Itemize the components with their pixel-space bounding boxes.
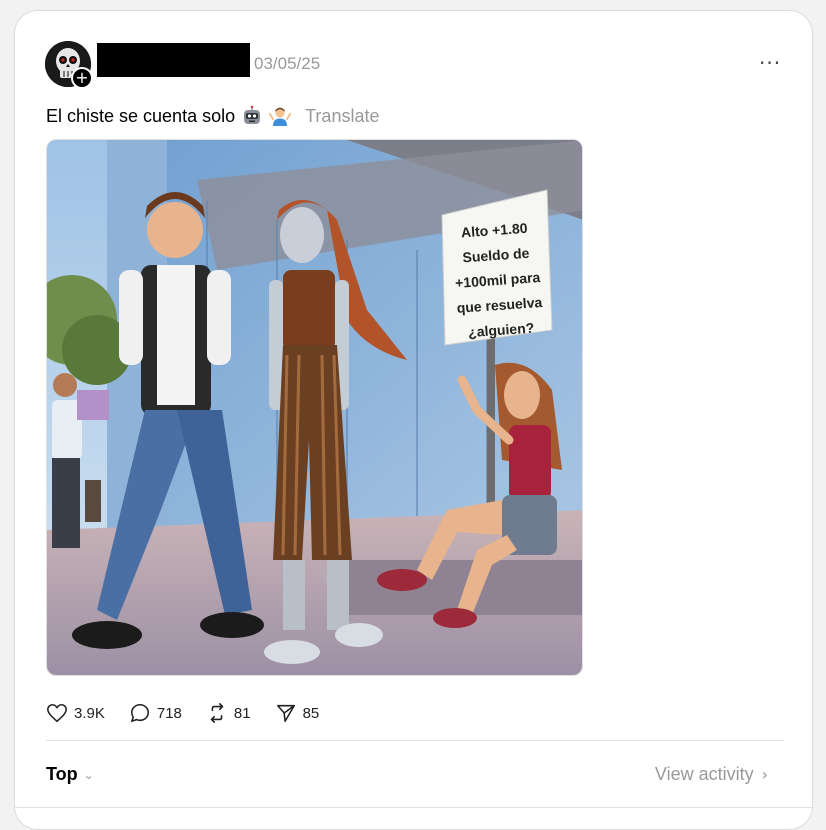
post-caption: El chiste se cuenta solo Translate <box>46 105 379 127</box>
redacted-username <box>97 43 250 77</box>
chevron-down-icon: ⌄ <box>83 767 94 782</box>
sort-label: Top <box>46 764 78 784</box>
post-card: + 03/05/25 ··· El chiste se cuenta solo … <box>14 10 814 830</box>
more-options-button[interactable]: ··· <box>759 51 781 75</box>
reply-button[interactable]: 718 <box>129 702 182 724</box>
like-count: 3.9K <box>74 704 105 722</box>
action-bar: 3.9K 718 81 85 <box>46 701 343 725</box>
divider <box>46 740 784 741</box>
repost-icon <box>210 703 224 723</box>
sort-dropdown[interactable]: Top ⌄ <box>46 764 94 785</box>
translate-link[interactable]: Translate <box>305 106 379 127</box>
person-shrugging-emoji-icon <box>269 107 292 126</box>
post-date: 03/05/25 <box>254 54 321 73</box>
send-icon <box>276 704 295 723</box>
repost-button[interactable]: 81 <box>206 702 251 724</box>
repost-count: 81 <box>233 704 251 722</box>
share-count: 85 <box>302 704 320 722</box>
like-button[interactable]: 3.9K <box>46 702 105 724</box>
post-image[interactable]: Alto +1.80 Sueldo de +100mil para que re… <box>46 139 583 676</box>
heart-icon <box>47 703 67 723</box>
chevron-right-icon: › <box>761 765 768 784</box>
robot-emoji-icon <box>244 105 261 124</box>
comment-icon <box>130 703 149 723</box>
view-activity-label: View activity <box>654 764 754 784</box>
caption-text: El chiste se cuenta solo <box>46 105 236 126</box>
illustration-robot-couple: Alto +1.80 Sueldo de +100mil para que re… <box>47 140 582 675</box>
bottom-divider <box>15 807 814 808</box>
reply-count: 718 <box>156 704 182 722</box>
view-activity-link[interactable]: View activity › <box>655 764 768 785</box>
follow-button[interactable]: + <box>71 67 93 89</box>
share-button[interactable]: 85 <box>275 702 320 724</box>
